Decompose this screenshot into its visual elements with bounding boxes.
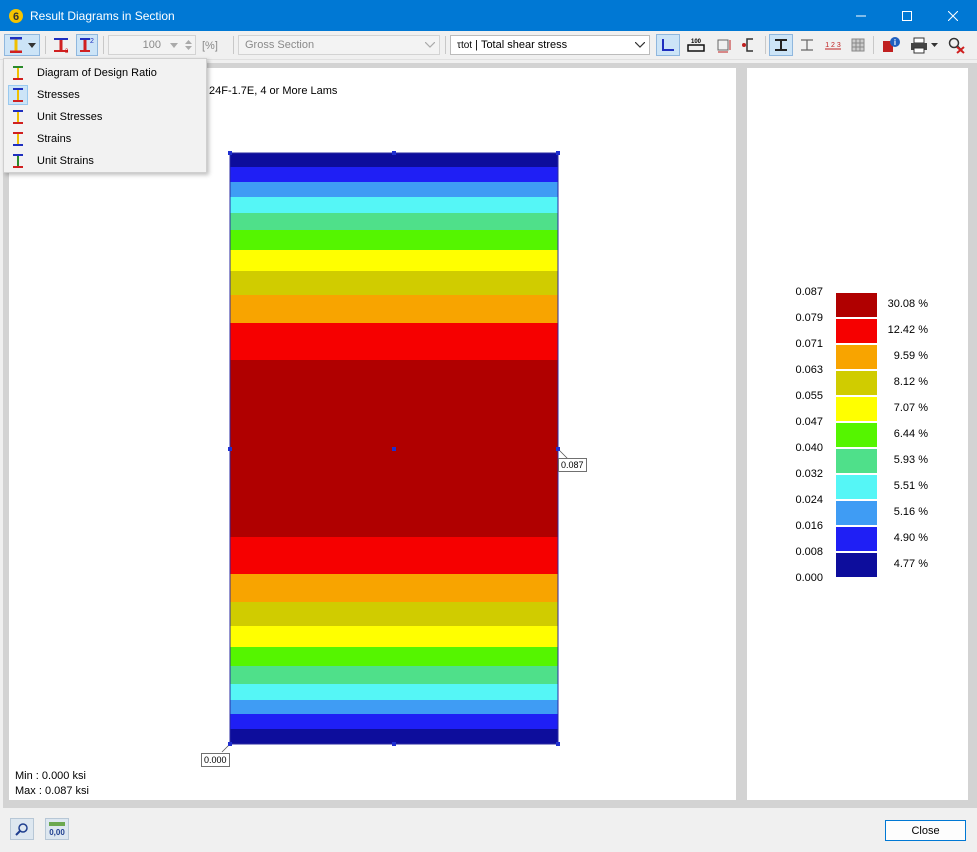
menu-item-label: Diagram of Design Ratio xyxy=(37,67,157,79)
stress-band xyxy=(230,714,558,729)
stresses-icon xyxy=(8,85,28,105)
selection-handle[interactable] xyxy=(392,742,396,746)
legend-value: 0.032 xyxy=(795,468,823,480)
selection-handle[interactable] xyxy=(556,447,560,451)
stress-band xyxy=(230,250,558,271)
legend-swatch xyxy=(836,423,877,447)
legend-percent: 5.51 % xyxy=(893,480,928,492)
stress-band xyxy=(230,323,558,360)
menu-item-stresses[interactable]: Stresses xyxy=(4,84,206,106)
legend-swatch xyxy=(836,319,877,343)
zoom-view-button[interactable] xyxy=(10,818,34,840)
selection-handle[interactable] xyxy=(228,151,232,155)
stress-band xyxy=(230,197,558,213)
menu-item-label: Unit Stresses xyxy=(37,111,103,123)
selection-handle[interactable] xyxy=(392,447,396,451)
menu-item-design-ratio[interactable]: Diagram of Design Ratio xyxy=(4,62,206,84)
stress-band xyxy=(230,729,558,744)
menu-item-label: Strains xyxy=(37,133,72,145)
menu-item-label: Unit Strains xyxy=(37,155,94,167)
stress-band xyxy=(230,574,558,602)
legend-percent: 9.59 % xyxy=(893,350,928,362)
stress-band xyxy=(230,626,558,647)
legend-value: 0.024 xyxy=(795,494,823,506)
menu-item-strains[interactable]: Strains xyxy=(4,128,206,150)
decimals-button[interactable]: 0,00 xyxy=(45,818,69,840)
stress-band xyxy=(230,666,558,684)
stress-band xyxy=(230,537,558,574)
stress-band xyxy=(230,700,558,714)
selection-handle[interactable] xyxy=(556,151,560,155)
min-value-label: 0.000 xyxy=(201,753,230,767)
legend-value: 0.087 xyxy=(795,286,823,298)
legend-swatch xyxy=(836,345,877,369)
selection-handle[interactable] xyxy=(556,742,560,746)
min-value-text: Min : 0.000 ksi xyxy=(15,770,86,782)
legend-percent: 30.08 % xyxy=(887,298,928,310)
legend-value: 0.071 xyxy=(795,338,823,350)
menu-item-label: Stresses xyxy=(37,89,80,101)
legend-swatch xyxy=(836,553,877,577)
stress-band xyxy=(230,230,558,250)
stress-band xyxy=(230,647,558,666)
legend-value: 0.000 xyxy=(795,572,823,584)
stress-band xyxy=(230,167,558,182)
decimals-icon: 0,00 xyxy=(49,822,65,837)
legend-value: 0.016 xyxy=(795,520,823,532)
legend-percent: 7.07 % xyxy=(893,402,928,414)
stress-band xyxy=(230,213,558,230)
stress-band xyxy=(230,153,558,167)
decimals-label: 0,00 xyxy=(49,828,65,837)
legend-percent: 5.93 % xyxy=(893,454,928,466)
stress-band xyxy=(230,182,558,197)
legend-value: 0.047 xyxy=(795,416,823,428)
max-value-label: 0.087 xyxy=(558,458,587,472)
menu-item-unit-strains[interactable]: Unit Strains xyxy=(4,150,206,172)
legend-swatch xyxy=(836,397,877,421)
design-ratio-icon xyxy=(8,63,28,83)
legend-swatch xyxy=(836,449,877,473)
close-button[interactable]: Close xyxy=(885,820,966,841)
footer-bar: 0,00 Close xyxy=(0,808,977,852)
legend-percent: 5.16 % xyxy=(893,506,928,518)
legend-value: 0.055 xyxy=(795,390,823,402)
magnifier-icon xyxy=(15,823,28,836)
legend-swatch xyxy=(836,527,877,551)
legend-percent: 8.12 % xyxy=(893,376,928,388)
legend-value: 0.079 xyxy=(795,312,823,324)
legend-percent: 4.77 % xyxy=(893,558,928,570)
legend-percent: 4.90 % xyxy=(893,532,928,544)
menu-item-unit-stresses[interactable]: Unit Stresses xyxy=(4,106,206,128)
stress-band xyxy=(230,684,558,700)
legend-swatch xyxy=(836,371,877,395)
legend-swatch xyxy=(836,501,877,525)
stress-band xyxy=(230,602,558,626)
stress-band xyxy=(230,295,558,323)
strains-icon xyxy=(8,129,28,149)
unit-stresses-icon xyxy=(8,107,28,127)
legend-swatch xyxy=(836,293,877,317)
legend-percent: 12.42 % xyxy=(887,324,928,336)
legend-value: 0.040 xyxy=(795,442,823,454)
diagram-type-dropdown: Diagram of Design Ratio Stresses Unit St… xyxy=(3,58,207,173)
selection-handle[interactable] xyxy=(392,151,396,155)
legend-value: 0.063 xyxy=(795,364,823,376)
stress-band xyxy=(230,271,558,295)
legend-swatch xyxy=(836,475,877,499)
max-value-text: Max : 0.087 ksi xyxy=(15,785,89,797)
unit-strains-icon xyxy=(8,151,28,171)
legend-percent: 6.44 % xyxy=(893,428,928,440)
selection-handle[interactable] xyxy=(228,742,232,746)
legend-value: 0.008 xyxy=(795,546,823,558)
selection-handle[interactable] xyxy=(228,447,232,451)
